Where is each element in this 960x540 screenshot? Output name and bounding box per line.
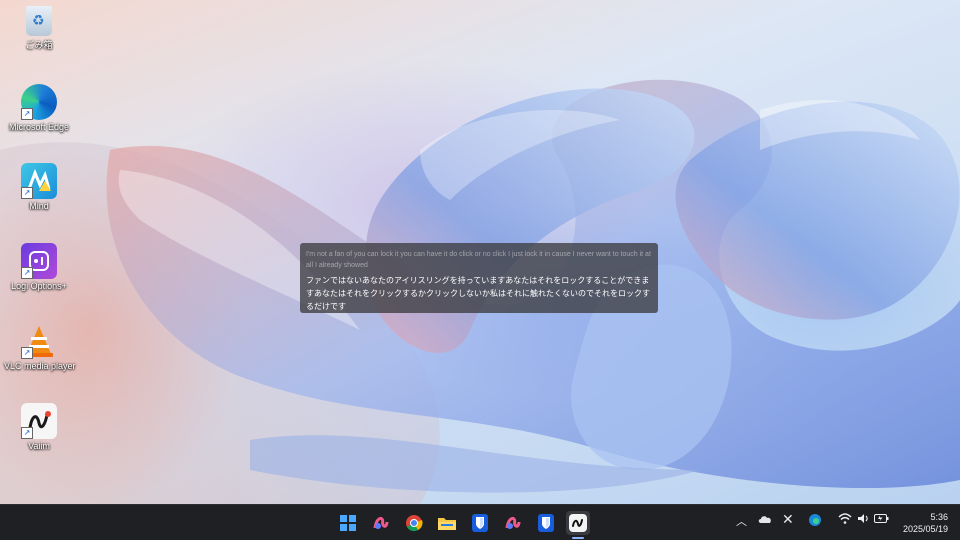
battery-icon[interactable] [874, 513, 889, 527]
edge-icon: ↗ [21, 84, 57, 120]
vaiim-icon: ↗ [21, 403, 57, 439]
desktop-icon-recycle-bin[interactable]: ♻ ごみ箱 [4, 6, 74, 51]
desktop-icon-label: Mind [29, 201, 49, 211]
shortcut-arrow-icon: ↗ [21, 347, 33, 359]
clock-date: 2025/05/19 [902, 524, 948, 534]
shortcut-arrow-icon: ↗ [21, 187, 33, 199]
volume-icon[interactable] [857, 513, 870, 527]
edge-icon[interactable] [809, 514, 821, 529]
wifi-icon[interactable] [838, 513, 852, 527]
desktop-icon-label: ごみ箱 [25, 40, 53, 50]
taskbar-active-indicator [572, 537, 584, 539]
chrome-icon [406, 515, 423, 532]
taskbar-bitwarden-2[interactable] [534, 511, 558, 535]
start-icon [340, 515, 356, 531]
taskbar: ︿ ✕ 5:36 2025/05/19 [0, 504, 960, 540]
desktop-icon-label: Vaiim [28, 441, 50, 451]
desktop-icon-mind[interactable]: ↗ Mind [4, 163, 74, 211]
clock[interactable]: 5:36 2025/05/19 [903, 511, 948, 535]
taskbar-copilot-2[interactable] [501, 511, 525, 535]
subtitle-translated-text: ファンではないあなたのアイリスリングを持っていますあなたはそれをロックすることが… [306, 276, 650, 311]
desktop-icon-label: Microsoft Edge [8, 122, 70, 132]
desktop-icon-label: VLC media player [4, 361, 76, 371]
desktop-icon-vlc[interactable]: ↗ VLC media player [4, 323, 76, 371]
desktop-icon-vaiim[interactable]: ↗ Vaiim [4, 403, 74, 451]
desktop-icon-label: Logi Options+ [11, 281, 67, 291]
subtitle-overlay[interactable]: I'm not a fan of you can lock it you can… [300, 243, 658, 313]
copilot-icon [505, 516, 521, 529]
logi-options-icon: ↗ [21, 243, 57, 279]
taskbar-bitwarden[interactable] [468, 511, 492, 535]
x-icon[interactable]: ✕ [782, 511, 794, 528]
copilot-icon [373, 516, 389, 529]
file-explorer-icon [438, 518, 456, 530]
desktop-icon-edge[interactable]: ↗ Microsoft Edge [4, 84, 74, 132]
mind-icon: ↗ [21, 163, 57, 199]
chevron-up-icon[interactable]: ︿ [736, 513, 747, 529]
taskbar-copilot[interactable] [369, 511, 393, 535]
start-button[interactable] [336, 511, 360, 535]
vlc-icon: ↗ [21, 323, 57, 359]
desktop: ♻ ごみ箱 ↗ Microsoft Edge ↗ Mind ↗ Logi Opt… [0, 0, 960, 504]
taskbar-chrome[interactable] [402, 511, 426, 535]
bitwarden-icon [472, 514, 488, 532]
shortcut-arrow-icon: ↗ [21, 427, 33, 439]
clock-time: 5:36 [930, 512, 948, 522]
recycle-bin-icon: ♻ [26, 6, 52, 36]
taskbar-file-explorer[interactable] [435, 511, 459, 535]
onedrive-icon[interactable] [758, 514, 772, 527]
bitwarden-icon [538, 514, 554, 532]
vaiim-icon [569, 514, 587, 532]
desktop-icon-logi-options[interactable]: ↗ Logi Options+ [4, 243, 74, 291]
shortcut-arrow-icon: ↗ [21, 267, 33, 279]
subtitle-original-text: I'm not a fan of you can lock it you can… [306, 251, 651, 269]
taskbar-vaiim[interactable] [566, 511, 590, 535]
shortcut-arrow-icon: ↗ [21, 108, 33, 120]
